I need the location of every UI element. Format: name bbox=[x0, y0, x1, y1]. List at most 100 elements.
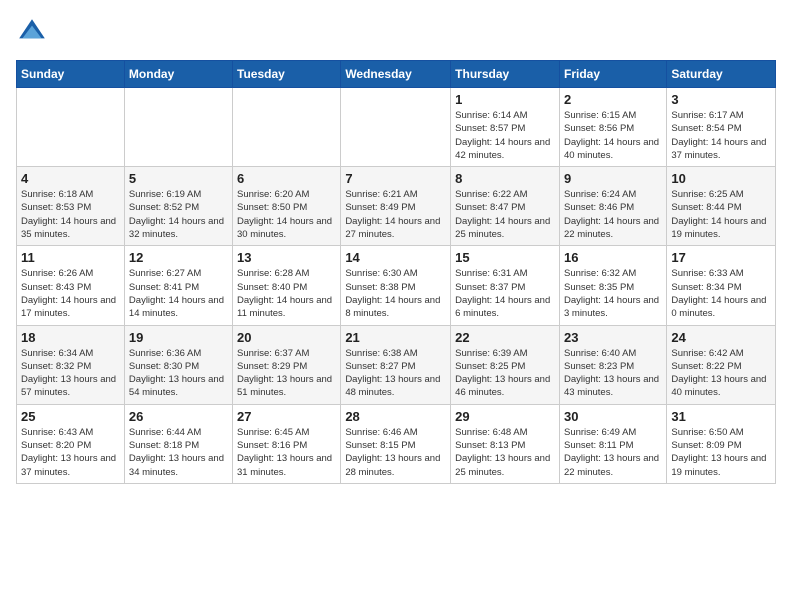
calendar-cell: 5 Sunrise: 6:19 AM Sunset: 8:52 PM Daylig… bbox=[124, 167, 232, 246]
calendar-cell bbox=[124, 88, 232, 167]
calendar-cell: 4Sunrise: 6:18 AM Sunset: 8:53 PM Daylig… bbox=[17, 167, 125, 246]
calendar-cell: 16 Sunrise: 6:32 AM Sunset: 8:35 PM Dayli… bbox=[559, 246, 666, 325]
calendar-cell bbox=[341, 88, 451, 167]
day-number: 13 bbox=[237, 250, 336, 265]
week-row-3: 11 Sunrise: 6:26 AM Sunset: 8:43 PM Dayli… bbox=[17, 246, 776, 325]
calendar-cell: 30 Sunrise: 6:49 AM Sunset: 8:11 PM Dayli… bbox=[559, 404, 666, 483]
day-number: 25 bbox=[21, 409, 120, 424]
day-detail: Sunrise: 6:36 AM Sunset: 8:30 PM Dayligh… bbox=[129, 347, 228, 400]
day-of-week-friday: Friday bbox=[559, 61, 666, 88]
day-detail: Sunrise: 6:22 AM Sunset: 8:47 PM Dayligh… bbox=[455, 188, 555, 241]
day-detail: Sunrise: 6:18 AM Sunset: 8:53 PM Dayligh… bbox=[21, 188, 120, 241]
calendar-cell: 19Sunrise: 6:36 AM Sunset: 8:30 PM Dayli… bbox=[124, 325, 232, 404]
day-number: 22 bbox=[455, 330, 555, 345]
week-row-5: 25 Sunrise: 6:43 AM Sunset: 8:20 PM Dayli… bbox=[17, 404, 776, 483]
calendar-cell: 17 Sunrise: 6:33 AM Sunset: 8:34 PM Dayli… bbox=[667, 246, 776, 325]
week-row-1: 1 Sunrise: 6:14 AM Sunset: 8:57 PM Daylig… bbox=[17, 88, 776, 167]
calendar-cell bbox=[233, 88, 341, 167]
day-detail: Sunrise: 6:32 AM Sunset: 8:35 PM Dayligh… bbox=[564, 267, 662, 320]
week-row-4: 18 Sunrise: 6:34 AM Sunset: 8:32 PM Dayli… bbox=[17, 325, 776, 404]
day-number: 28 bbox=[345, 409, 446, 424]
calendar-cell: 22 Sunrise: 6:39 AM Sunset: 8:25 PM Dayli… bbox=[451, 325, 560, 404]
day-detail: Sunrise: 6:20 AM Sunset: 8:50 PM Dayligh… bbox=[237, 188, 336, 241]
calendar-cell: 3 Sunrise: 6:17 AM Sunset: 8:54 PM Daylig… bbox=[667, 88, 776, 167]
day-detail: Sunrise: 6:26 AM Sunset: 8:43 PM Dayligh… bbox=[21, 267, 120, 320]
calendar-cell: 25 Sunrise: 6:43 AM Sunset: 8:20 PM Dayli… bbox=[17, 404, 125, 483]
day-number: 21 bbox=[345, 330, 446, 345]
calendar-cell: 6 Sunrise: 6:20 AM Sunset: 8:50 PM Daylig… bbox=[233, 167, 341, 246]
day-number: 29 bbox=[455, 409, 555, 424]
day-detail: Sunrise: 6:27 AM Sunset: 8:41 PM Dayligh… bbox=[129, 267, 228, 320]
day-number: 7 bbox=[345, 171, 446, 186]
day-number: 10 bbox=[671, 171, 771, 186]
calendar-cell: 1 Sunrise: 6:14 AM Sunset: 8:57 PM Daylig… bbox=[451, 88, 560, 167]
calendar-cell: 12Sunrise: 6:27 AM Sunset: 8:41 PM Dayli… bbox=[124, 246, 232, 325]
day-detail: Sunrise: 6:25 AM Sunset: 8:44 PM Dayligh… bbox=[671, 188, 771, 241]
calendar-cell: 27Sunrise: 6:45 AM Sunset: 8:16 PM Dayli… bbox=[233, 404, 341, 483]
day-of-week-tuesday: Tuesday bbox=[233, 61, 341, 88]
day-detail: Sunrise: 6:38 AM Sunset: 8:27 PM Dayligh… bbox=[345, 347, 446, 400]
logo-icon bbox=[16, 16, 48, 48]
calendar-cell: 18 Sunrise: 6:34 AM Sunset: 8:32 PM Dayli… bbox=[17, 325, 125, 404]
day-detail: Sunrise: 6:24 AM Sunset: 8:46 PM Dayligh… bbox=[564, 188, 662, 241]
day-detail: Sunrise: 6:37 AM Sunset: 8:29 PM Dayligh… bbox=[237, 347, 336, 400]
day-number: 3 bbox=[671, 92, 771, 107]
day-detail: Sunrise: 6:15 AM Sunset: 8:56 PM Dayligh… bbox=[564, 109, 662, 162]
day-detail: Sunrise: 6:43 AM Sunset: 8:20 PM Dayligh… bbox=[21, 426, 120, 479]
day-of-week-saturday: Saturday bbox=[667, 61, 776, 88]
page-header bbox=[16, 16, 776, 48]
day-detail: Sunrise: 6:39 AM Sunset: 8:25 PM Dayligh… bbox=[455, 347, 555, 400]
day-detail: Sunrise: 6:46 AM Sunset: 8:15 PM Dayligh… bbox=[345, 426, 446, 479]
day-number: 20 bbox=[237, 330, 336, 345]
day-number: 17 bbox=[671, 250, 771, 265]
calendar-table: SundayMondayTuesdayWednesdayThursdayFrid… bbox=[16, 60, 776, 484]
calendar-body: 1 Sunrise: 6:14 AM Sunset: 8:57 PM Daylig… bbox=[17, 88, 776, 484]
calendar-cell: 14 Sunrise: 6:30 AM Sunset: 8:38 PM Dayli… bbox=[341, 246, 451, 325]
calendar-cell: 8 Sunrise: 6:22 AM Sunset: 8:47 PM Daylig… bbox=[451, 167, 560, 246]
logo bbox=[16, 16, 52, 48]
day-number: 9 bbox=[564, 171, 662, 186]
calendar-cell: 7 Sunrise: 6:21 AM Sunset: 8:49 PM Daylig… bbox=[341, 167, 451, 246]
calendar-cell: 10 Sunrise: 6:25 AM Sunset: 8:44 PM Dayli… bbox=[667, 167, 776, 246]
day-number: 23 bbox=[564, 330, 662, 345]
day-detail: Sunrise: 6:30 AM Sunset: 8:38 PM Dayligh… bbox=[345, 267, 446, 320]
day-number: 8 bbox=[455, 171, 555, 186]
day-detail: Sunrise: 6:34 AM Sunset: 8:32 PM Dayligh… bbox=[21, 347, 120, 400]
day-number: 18 bbox=[21, 330, 120, 345]
day-number: 14 bbox=[345, 250, 446, 265]
day-detail: Sunrise: 6:28 AM Sunset: 8:40 PM Dayligh… bbox=[237, 267, 336, 320]
day-detail: Sunrise: 6:21 AM Sunset: 8:49 PM Dayligh… bbox=[345, 188, 446, 241]
day-detail: Sunrise: 6:45 AM Sunset: 8:16 PM Dayligh… bbox=[237, 426, 336, 479]
day-of-week-monday: Monday bbox=[124, 61, 232, 88]
day-detail: Sunrise: 6:14 AM Sunset: 8:57 PM Dayligh… bbox=[455, 109, 555, 162]
day-number: 6 bbox=[237, 171, 336, 186]
calendar-cell: 29 Sunrise: 6:48 AM Sunset: 8:13 PM Dayli… bbox=[451, 404, 560, 483]
header-row: SundayMondayTuesdayWednesdayThursdayFrid… bbox=[17, 61, 776, 88]
calendar-cell: 21 Sunrise: 6:38 AM Sunset: 8:27 PM Dayli… bbox=[341, 325, 451, 404]
day-of-week-wednesday: Wednesday bbox=[341, 61, 451, 88]
calendar-cell: 11 Sunrise: 6:26 AM Sunset: 8:43 PM Dayli… bbox=[17, 246, 125, 325]
day-detail: Sunrise: 6:44 AM Sunset: 8:18 PM Dayligh… bbox=[129, 426, 228, 479]
day-detail: Sunrise: 6:33 AM Sunset: 8:34 PM Dayligh… bbox=[671, 267, 771, 320]
day-detail: Sunrise: 6:31 AM Sunset: 8:37 PM Dayligh… bbox=[455, 267, 555, 320]
day-number: 24 bbox=[671, 330, 771, 345]
calendar-cell: 26 Sunrise: 6:44 AM Sunset: 8:18 PM Dayli… bbox=[124, 404, 232, 483]
day-detail: Sunrise: 6:42 AM Sunset: 8:22 PM Dayligh… bbox=[671, 347, 771, 400]
day-number: 5 bbox=[129, 171, 228, 186]
day-number: 31 bbox=[671, 409, 771, 424]
calendar-cell: 20 Sunrise: 6:37 AM Sunset: 8:29 PM Dayli… bbox=[233, 325, 341, 404]
day-number: 30 bbox=[564, 409, 662, 424]
day-number: 16 bbox=[564, 250, 662, 265]
day-number: 11 bbox=[21, 250, 120, 265]
day-number: 26 bbox=[129, 409, 228, 424]
calendar-cell: 13 Sunrise: 6:28 AM Sunset: 8:40 PM Dayli… bbox=[233, 246, 341, 325]
day-detail: Sunrise: 6:48 AM Sunset: 8:13 PM Dayligh… bbox=[455, 426, 555, 479]
day-detail: Sunrise: 6:49 AM Sunset: 8:11 PM Dayligh… bbox=[564, 426, 662, 479]
day-of-week-sunday: Sunday bbox=[17, 61, 125, 88]
day-number: 15 bbox=[455, 250, 555, 265]
day-detail: Sunrise: 6:19 AM Sunset: 8:52 PM Dayligh… bbox=[129, 188, 228, 241]
day-number: 1 bbox=[455, 92, 555, 107]
day-number: 2 bbox=[564, 92, 662, 107]
calendar-cell: 9 Sunrise: 6:24 AM Sunset: 8:46 PM Daylig… bbox=[559, 167, 666, 246]
day-detail: Sunrise: 6:17 AM Sunset: 8:54 PM Dayligh… bbox=[671, 109, 771, 162]
